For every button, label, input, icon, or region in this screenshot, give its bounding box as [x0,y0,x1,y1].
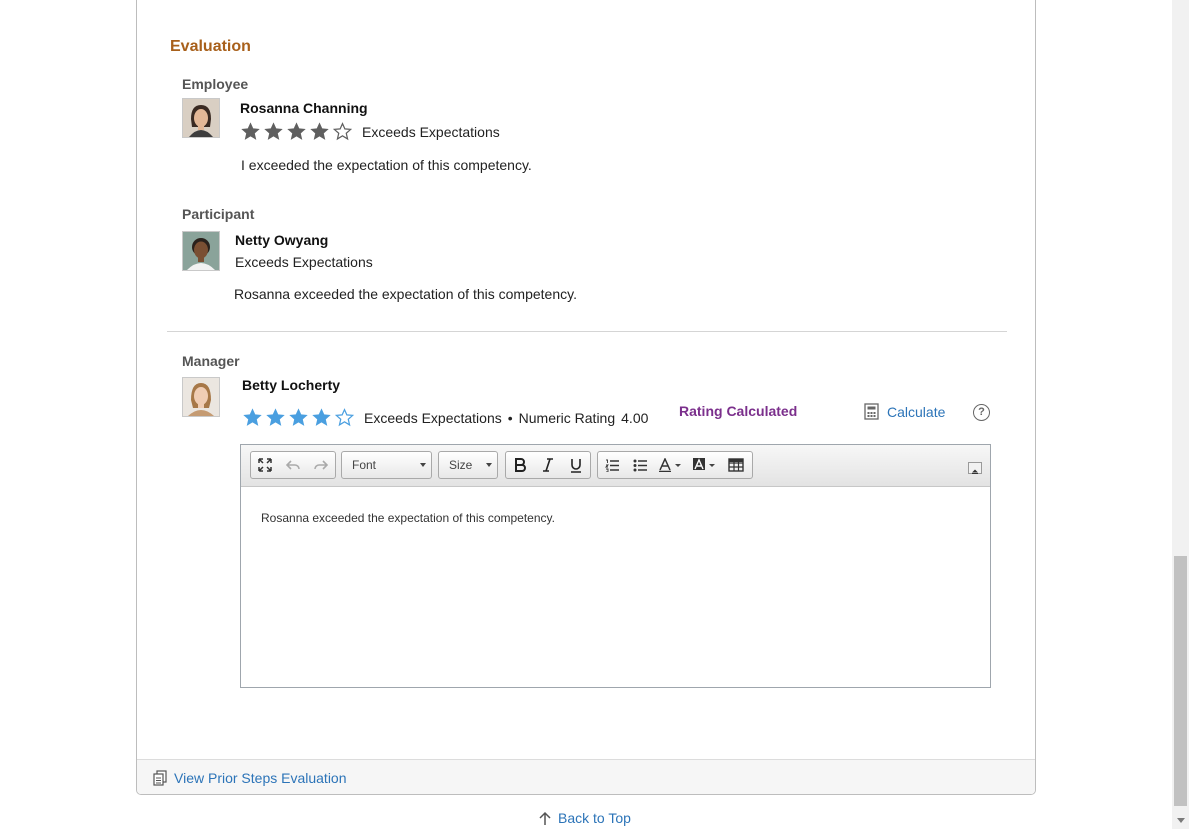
panel-footer: View Prior Steps Evaluation [137,759,1035,794]
employee-name: Rosanna Channing [240,100,368,116]
participant-name: Netty Owyang [235,232,329,248]
bulleted-list-icon[interactable] [626,452,654,478]
section-divider [167,331,1007,332]
star-empty-icon[interactable] [334,407,355,428]
toolbar-group-history [250,451,336,479]
participant-rating-text: Exceeds Expectations [235,254,373,270]
evaluation-panel: Evaluation Employee Rosanna Channing Exc… [136,0,1036,795]
participant-avatar [182,231,220,271]
bold-icon[interactable] [506,452,534,478]
calculate-label[interactable]: Calculate [887,404,945,420]
participant-role-label: Participant [182,206,255,222]
arrow-up-icon [539,811,551,825]
manager-rating-text: Exceeds Expectations [364,409,502,426]
toolbar-group-lists [597,451,753,479]
font-select[interactable]: Font [341,451,432,479]
size-select-label: Size [449,458,473,472]
underline-icon[interactable] [562,452,590,478]
back-to-top-label[interactable]: Back to Top [558,810,631,826]
vertical-scrollbar[interactable] [1172,0,1189,829]
background-color-icon[interactable] [688,452,722,478]
rating-calculated-status: Rating Calculated [679,403,798,419]
section-title: Evaluation [170,38,251,55]
scroll-down-icon[interactable] [1177,818,1185,823]
table-icon[interactable] [722,452,750,478]
star-filled-icon[interactable] [242,407,263,428]
star-filled-icon [241,122,260,140]
chevron-down-icon [420,463,426,467]
star-filled-icon [264,122,283,140]
manager-name: Betty Locherty [242,377,341,393]
star-filled-icon [310,122,329,140]
undo-icon[interactable] [279,452,307,478]
employee-rating-text: Exceeds Expectations [362,123,500,140]
star-empty-icon [332,122,353,141]
italic-icon[interactable] [534,452,562,478]
manager-star-rating[interactable] [242,407,355,428]
numeric-rating-label: Numeric Rating [518,409,616,426]
rating-separator: • [507,409,513,426]
collapse-icon[interactable] [968,462,982,474]
calculate-button[interactable]: Calculate [864,403,945,420]
help-icon[interactable]: ? [973,404,990,421]
back-to-top-link[interactable]: Back to Top [538,810,631,826]
document-copy-icon [153,770,167,786]
manager-avatar [182,377,220,417]
editor-content[interactable]: Rosanna exceeded the expectation of this… [261,511,555,525]
view-prior-steps-label[interactable]: View Prior Steps Evaluation [174,770,347,786]
star-filled-icon[interactable] [288,407,309,428]
employee-comment: I exceeded the expectation of this compe… [241,157,532,173]
text-color-icon[interactable] [654,452,688,478]
calculator-icon [864,403,879,420]
employee-avatar [182,98,220,138]
star-filled-icon[interactable] [311,407,332,428]
employee-star-rating [240,121,353,142]
numbered-list-icon[interactable] [598,452,626,478]
chevron-down-icon [486,463,492,467]
maximize-icon[interactable] [251,452,279,478]
size-select[interactable]: Size [438,451,498,479]
editor-toolbar: Font Size [241,445,990,487]
employee-rating-row: Exceeds Expectations [240,121,500,142]
font-select-label: Font [352,458,377,472]
star-filled-icon [287,122,306,140]
numeric-rating-value: 4.00 [621,409,649,426]
rich-text-editor: Font Size Rosanna exceeded the expectati… [240,444,991,688]
scrollbar-thumb[interactable] [1174,556,1187,806]
manager-rating-row: Exceeds Expectations • Numeric Rating 4.… [242,407,648,428]
employee-role-label: Employee [182,76,249,92]
participant-comment: Rosanna exceeded the expectation of this… [234,286,577,302]
star-filled-icon[interactable] [265,407,286,428]
redo-icon[interactable] [307,452,335,478]
view-prior-steps-link[interactable]: View Prior Steps Evaluation [153,770,347,786]
toolbar-group-format [505,451,591,479]
manager-role-label: Manager [182,353,240,369]
